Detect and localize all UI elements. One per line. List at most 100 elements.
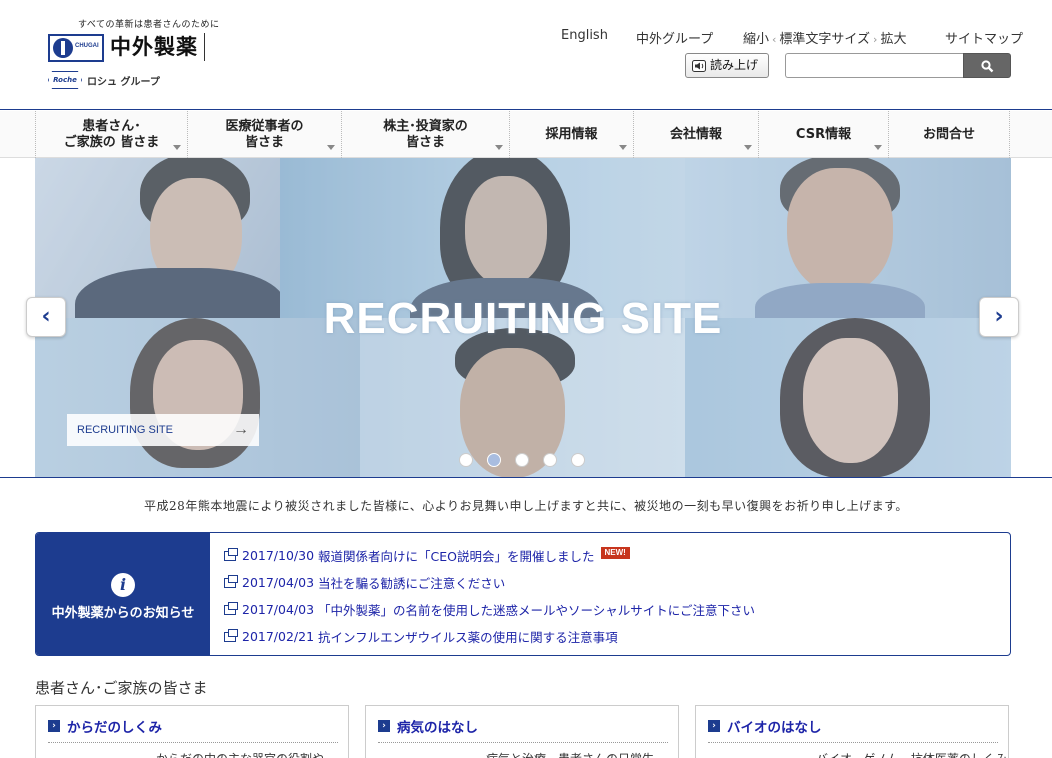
nav-item-patients[interactable]: 患者さん･ ご家族の 皆さま — [35, 111, 187, 158]
nav-item-label: 患者さん･ ご家族の 皆さま — [63, 118, 160, 150]
card-title[interactable]: › 病気のはなし — [378, 716, 478, 736]
news-text: 「中外製薬」の名前を使用した迷惑メールやソーシャルサイトにご注意下さい — [318, 603, 756, 618]
corporate-tagline: すべての革新は患者さんのために — [78, 20, 220, 30]
news-list: 2017/10/30 報道関係者向けに「CEO説明会」を開催しました NEW! … — [224, 542, 755, 650]
carousel-dot[interactable] — [543, 453, 557, 467]
nav-item-investors[interactable]: 株主･投資家の 皆さま — [341, 111, 509, 158]
roche-group-label: ロシュ グループ — [87, 77, 160, 88]
carousel-dot[interactable] — [459, 453, 473, 467]
card-title[interactable]: › からだのしくみ — [48, 716, 162, 736]
news-panel: i 中外製薬からのお知らせ 2017/10/30 報道関係者向けに「CEO説明会… — [35, 532, 1011, 656]
news-item[interactable]: 2017/02/21 抗インフルエンザウイルス薬の使用に関する注意事項 — [224, 623, 755, 650]
section-title: 患者さん･ご家族の皆さま — [35, 679, 208, 697]
chevron-right-icon: › — [48, 720, 60, 732]
chevron-right-icon: › — [378, 720, 390, 732]
roche-logo-icon: Roche — [48, 71, 82, 89]
triangle-down-icon — [173, 145, 181, 150]
chevron-left-icon: ‹ — [41, 304, 51, 329]
earthquake-message: 平成28年熊本地震により被災されました皆様に、心よりお見舞い申し上げますと共に、… — [144, 499, 908, 513]
font-shrink-link[interactable]: 縮小 — [743, 32, 769, 47]
card-title-text: からだのしくみ — [67, 720, 163, 736]
card-title[interactable]: › バイオのはなし — [708, 716, 822, 736]
news-date: 2017/02/21 — [242, 629, 315, 644]
news-item[interactable]: 2017/10/30 報道関係者向けに「CEO説明会」を開催しました NEW! — [224, 542, 755, 569]
site-header: すべての革新は患者さんのために CHUGAI 中外製薬 Roche ロシュ グル… — [0, 0, 1052, 110]
triangle-down-icon — [495, 145, 503, 150]
search-input[interactable] — [785, 53, 963, 78]
carousel-dot[interactable] — [515, 453, 529, 467]
divider — [0, 477, 1052, 478]
font-enlarge-link[interactable]: 拡大 — [880, 32, 906, 47]
card-bio-info[interactable]: › バイオのはなし バイオ、ゲノム、抗体医薬のしくみ — [695, 705, 1009, 758]
news-text: 報道関係者向けに「CEO説明会」を開催しました — [318, 549, 595, 564]
news-date: 2017/10/30 — [242, 548, 315, 563]
arrow-right-icon: → — [233, 421, 249, 438]
nav-item-recruit[interactable]: 採用情報 — [509, 111, 633, 158]
external-window-icon — [224, 628, 238, 642]
nav-item-csr[interactable]: CSR情報 — [758, 111, 888, 158]
nav-item-medical[interactable]: 医療従事者の 皆さま — [187, 111, 341, 158]
nav-item-contact[interactable]: お問合せ — [888, 111, 1010, 158]
news-item[interactable]: 2017/04/03 「中外製薬」の名前を使用した迷惑メールやソーシャルサイトに… — [224, 596, 755, 623]
hero-carousel[interactable]: RECRUITING SITE RECRUITING SITE → — [35, 158, 1011, 478]
nav-item-label: 株主･投資家の 皆さま — [383, 118, 468, 150]
triangle-down-icon — [327, 145, 335, 150]
nav-item-label: CSR情報 — [795, 126, 852, 142]
divider — [48, 742, 338, 743]
carousel-prev-button[interactable]: ‹ — [26, 297, 66, 337]
nav-item-label: 医療従事者の 皆さま — [225, 118, 304, 150]
card-title-text: バイオのはなし — [727, 720, 822, 736]
group-link[interactable]: 中外グループ — [636, 28, 713, 47]
external-window-icon — [224, 547, 238, 561]
chevron-right-icon: › — [994, 304, 1004, 329]
external-window-icon — [224, 601, 238, 615]
carousel-next-button[interactable]: › — [979, 297, 1019, 337]
chevron-right-icon: › — [873, 33, 878, 46]
external-window-icon — [224, 574, 238, 588]
carousel-dot[interactable] — [571, 453, 585, 467]
news-date: 2017/04/03 — [242, 602, 315, 617]
speaker-icon — [692, 60, 706, 72]
global-nav: 患者さん･ ご家族の 皆さま 医療従事者の 皆さま 株主･投資家の 皆さま 採用… — [0, 111, 1052, 158]
recruiting-site-button[interactable]: RECRUITING SITE → — [67, 414, 259, 446]
nav-item-label: 会社情報 — [669, 126, 722, 142]
new-badge: NEW! — [600, 546, 630, 559]
carousel-dot[interactable] — [487, 453, 501, 467]
company-name[interactable]: 中外製薬 — [110, 33, 205, 61]
news-date: 2017/04/03 — [242, 575, 315, 590]
news-item[interactable]: 2017/04/03 当社を騙る勧誘にご注意ください — [224, 569, 755, 596]
card-disease-info[interactable]: › 病気のはなし 病気と治療、患者さんの日常生 — [365, 705, 679, 758]
carousel-dots — [459, 453, 585, 467]
chugai-emblem-icon — [53, 38, 73, 58]
read-aloud-button[interactable]: 読み上げ — [685, 53, 769, 78]
triangle-down-icon — [619, 145, 627, 150]
divider — [708, 742, 998, 743]
english-link[interactable]: English — [561, 28, 608, 43]
card-body-mechanism[interactable]: › からだのしくみ からだの中の主な器官の役割や — [35, 705, 349, 758]
card-teaser: 病気と治療、患者さんの日常生 — [486, 750, 654, 758]
chugai-logo-icon[interactable]: CHUGAI — [48, 34, 104, 62]
divider — [378, 742, 668, 743]
logo-chugai-text: CHUGAI — [75, 43, 99, 49]
font-standard-link[interactable]: 標準文字サイズ — [779, 32, 870, 47]
read-aloud-label: 読み上げ — [710, 58, 759, 72]
card-title-text: 病気のはなし — [397, 720, 478, 736]
recruiting-site-label: RECRUITING SITE — [77, 424, 173, 436]
info-icon: i — [111, 573, 135, 597]
sitemap-link[interactable]: サイトマップ — [945, 28, 1023, 47]
news-title: 中外製薬からのお知らせ — [51, 606, 195, 621]
news-header: i 中外製薬からのお知らせ — [36, 533, 210, 655]
nav-item-label: 採用情報 — [545, 126, 598, 142]
search-button[interactable] — [963, 53, 1011, 78]
search-icon — [981, 60, 994, 73]
nav-item-company[interactable]: 会社情報 — [633, 111, 758, 158]
hero-title: RECRUITING SITE — [323, 294, 723, 343]
nav-item-label: お問合せ — [922, 126, 975, 142]
news-text: 抗インフルエンザウイルス薬の使用に関する注意事項 — [318, 630, 618, 645]
news-text: 当社を騙る勧誘にご注意ください — [318, 576, 506, 591]
card-teaser: バイオ、ゲノム、抗体医薬のしくみ — [816, 750, 1007, 758]
card-teaser: からだの中の主な器官の役割や — [156, 750, 324, 758]
chevron-left-icon: ‹ — [772, 33, 777, 46]
triangle-down-icon — [874, 145, 882, 150]
font-size-controls: 縮小 ‹ 標準文字サイズ › 拡大 — [743, 28, 906, 47]
